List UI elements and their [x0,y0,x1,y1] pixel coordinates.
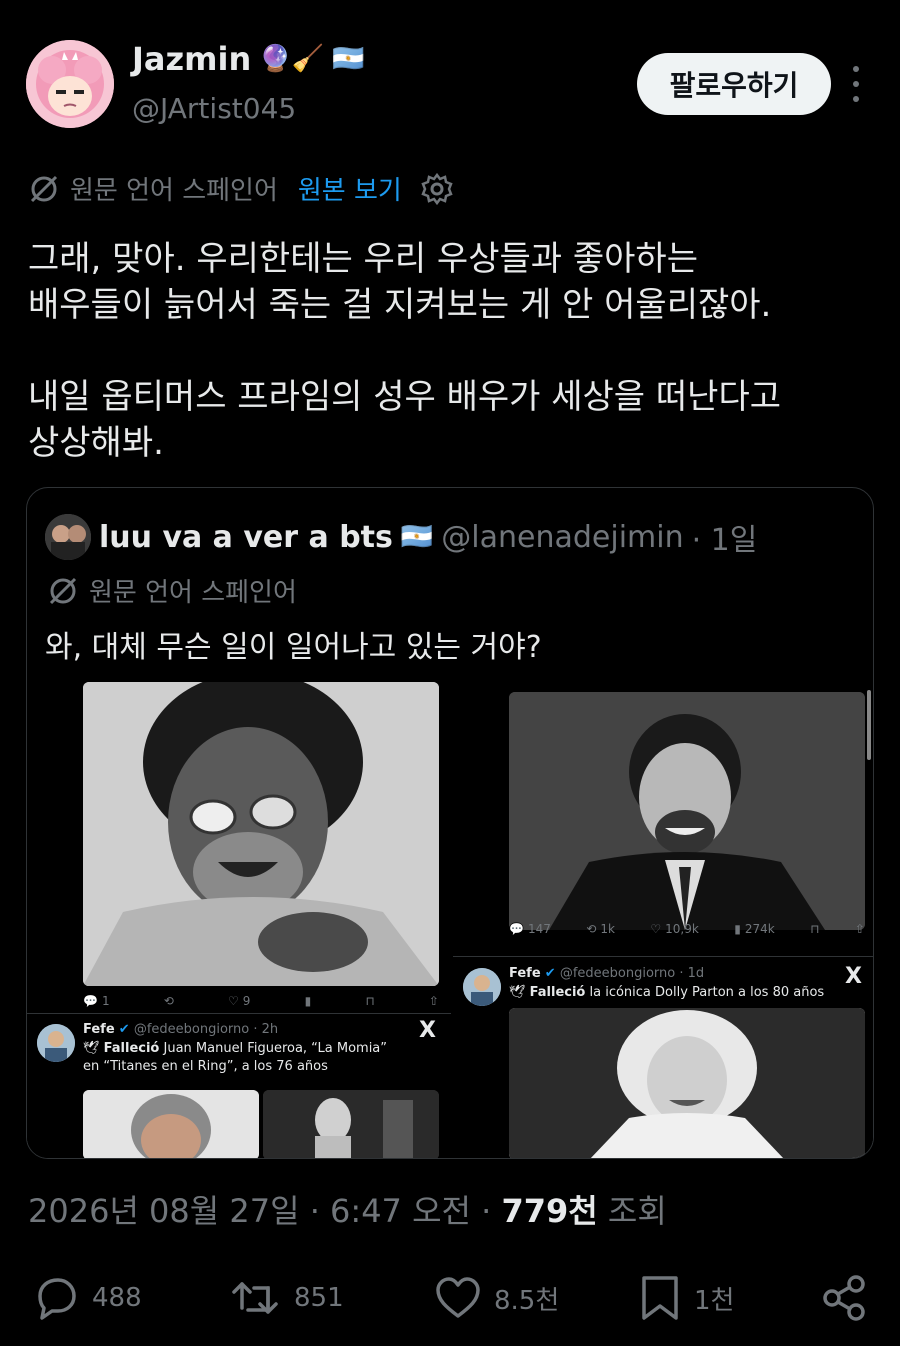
gear-icon[interactable] [420,172,454,206]
reply-icon: 💬 [509,922,524,936]
translation-label: 원문 언어 스페인어 [70,176,278,206]
right-screenshot-panel: 💬 147 ⟲ 1k ♡ 10,9k ▮ 274k ⊓ ⇧ Fefe ✔ @fedeeb… [453,678,873,1158]
bookmark-icon [642,1276,678,1320]
heart-icon [436,1277,480,1318]
quoted-translation-label: 원문 언어 스페인어 [89,578,297,608]
mini-tweet-text: 🕊 Falleció la icónica Dolly Parton a los… [509,985,825,1000]
view-count: 274k [744,922,775,936]
quoted-handle: @lanenadejimin [441,519,684,555]
author-emojis: 🔮🧹 [259,44,324,74]
mummy-photo [263,1090,439,1158]
tweet-text-line: 상상해봐. [28,423,164,463]
fefe-avatar [463,968,501,1006]
left-screenshot-panel: 💬 1 ⟲ ♡ 9 ▮ ⊓ ⇧ Fefe ✔ @fedeebongiorno · 2… [27,678,451,1158]
quoted-text: 와, 대체 무슨 일이 일어나고 있는 거야? [45,630,542,665]
actor-photo-right [509,692,865,930]
bookmark-count: 1천 [694,1285,735,1316]
share-button[interactable] [822,1266,868,1330]
quoted-header: luu va a ver a bts 🇦🇷 @lanenadejimin · 1… [45,514,757,560]
tweet-text-line: 그래, 맞아. 우리한테는 우리 우상들과 좋아하는 [28,239,698,279]
reply-count: 1 [101,994,110,1008]
show-original-link[interactable]: 원본 보기 [298,170,402,207]
x-logo-icon: X [419,1018,436,1043]
author-avatar[interactable] [26,40,114,128]
tweet-text-line: 내일 옵티머스 프라임의 성우 배우가 세상을 떠난다고 [28,377,782,417]
verified-icon: ✔ [118,1022,130,1037]
action-bar: 488 851 8.5천 1천 [0,1266,900,1330]
retweet-count: 1k [600,922,615,936]
follow-button[interactable]: 팔로우하기 [637,53,831,115]
left-photo-actions: 💬 1 ⟲ ♡ 9 ▮ ⊓ ⇧ [83,994,439,1008]
tweet-text-line: 배우들이 늙어서 죽는 걸 지켜보는 게 안 어울리잖아. [28,285,772,325]
tweet-datetime[interactable]: 2026년 08월 27일 · 6:47 오전 · [28,1192,501,1230]
right-photo-actions: 💬 147 ⟲ 1k ♡ 10,9k ▮ 274k ⊓ ⇧ [509,922,865,936]
views-label: 조회 [597,1192,667,1230]
view-count: 779천 [501,1192,598,1230]
translate-icon [49,577,77,604]
reply-count: 147 [527,922,551,936]
quoted-media[interactable]: 💬 1 ⟲ ♡ 9 ▮ ⊓ ⇧ Fefe ✔ @fedeebongiorno · 2… [27,678,873,1158]
dolly-photo [509,1008,865,1158]
views-icon: ▮ [734,922,741,936]
tweet-header: Jazmin 🔮🧹 🇦🇷 @JArtist045 팔로우하기 [0,0,900,140]
retweet-button[interactable]: 851 [230,1266,344,1330]
like-count: 10,9k [665,922,699,936]
retweet-icon [232,1282,278,1314]
reply-button[interactable]: 488 [32,1266,142,1330]
author-name-row: Jazmin 🔮🧹 🇦🇷 [132,40,364,78]
bookmark-button[interactable]: 1천 [638,1266,734,1330]
like-count: 9 [242,994,251,1008]
argentina-flag-icon: 🇦🇷 [331,44,365,74]
bookmark-icon: ⊓ [810,922,820,936]
bookmark-icon: ⊓ [365,994,375,1008]
tweet-meta: 2026년 08월 27일 · 6:47 오전 · 779천 조회 [28,1186,667,1232]
retweet-icon: ⟲ [586,922,597,936]
quoted-time: · 1일 [691,523,758,558]
views-icon: ▮ [304,994,312,1008]
retweet-count: 851 [294,1283,344,1313]
reply-icon: 💬 [83,994,98,1008]
quoted-translation-row: 원문 언어 스페인어 [47,572,297,609]
more-options-icon[interactable] [846,66,866,102]
translation-row: 원문 언어 스페인어 원본 보기 [28,170,454,207]
reply-icon [38,1278,76,1320]
fefe-avatar [37,1024,75,1062]
quoted-tweet[interactable]: luu va a ver a bts 🇦🇷 @lanenadejimin · 1… [26,487,874,1159]
author-handle[interactable]: @JArtist045 [132,92,296,125]
tweet-text: 그래, 맞아. 우리한테는 우리 우상들과 좋아하는 배우들이 늙어서 죽는 걸… [28,236,878,466]
like-count: 8.5천 [494,1285,560,1316]
figueroa-photo [83,1090,259,1158]
translate-icon [30,175,58,202]
author-name[interactable]: Jazmin [132,40,251,78]
verified-icon: ✔ [544,966,556,981]
media-scrollbar[interactable] [867,690,871,760]
share-icon: ⇧ [428,994,439,1008]
heart-icon: ♡ [228,994,239,1008]
like-button[interactable]: 8.5천 [434,1266,559,1330]
share-icon: ⇧ [854,922,865,936]
quoted-name: luu va a ver a bts [99,519,393,555]
argentina-flag-icon: 🇦🇷 [400,522,434,552]
share-icon [823,1275,865,1321]
quoted-avatar [45,514,91,560]
actor-photo-left [83,682,439,986]
heart-icon: ♡ [650,922,662,936]
reply-count: 488 [92,1283,142,1313]
retweet-icon: ⟲ [163,994,174,1008]
mini-tweet-author: Fefe ✔ @fedeebongiorno · 2h [83,1022,279,1037]
mini-tweet-text: 🕊 Falleció Juan Manuel Figueroa, “La Mom… [83,1041,388,1074]
mini-tweet-author: Fefe ✔ @fedeebongiorno · 1d [509,966,705,981]
